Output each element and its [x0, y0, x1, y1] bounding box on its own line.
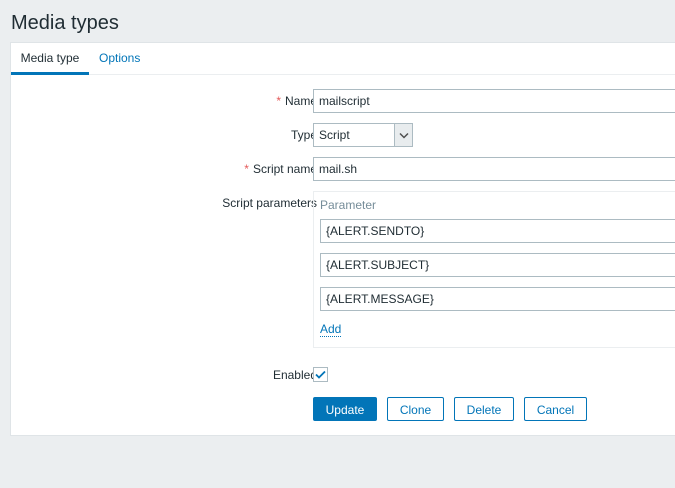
parameter-field-2[interactable] [320, 253, 675, 277]
tab-bar: Media type Options [11, 43, 675, 75]
name-field[interactable] [313, 89, 675, 113]
add-parameter-link[interactable]: Add [320, 323, 342, 337]
cancel-button[interactable]: Cancel [524, 397, 587, 421]
script-name-label: * Script name [244, 162, 317, 176]
delete-button[interactable]: Delete [454, 397, 514, 421]
type-select[interactable]: Script [313, 123, 413, 147]
script-parameters-label: Script parameters [222, 196, 317, 210]
tab-media-type[interactable]: Media type [11, 43, 89, 75]
enabled-checkbox[interactable] [313, 367, 328, 382]
parameter-field-1[interactable] [320, 219, 675, 243]
script-parameters-table: Parameter Add [313, 191, 675, 348]
update-button[interactable]: Update [313, 397, 377, 421]
parameter-field-3[interactable] [320, 287, 675, 311]
page-title: Media types [11, 12, 119, 34]
media-type-form-panel: Media type Options *Name Type Script *Sc… [10, 42, 675, 436]
clone-button[interactable]: Clone [387, 397, 444, 421]
chevron-down-icon [394, 124, 412, 146]
checkmark-icon [315, 370, 326, 379]
enabled-label: Enabled [272, 368, 317, 382]
required-marker: * [244, 162, 249, 176]
required-marker: * [276, 94, 281, 108]
name-label: * Name [276, 94, 317, 108]
parameter-column-header: Parameter [320, 198, 377, 212]
script-name-field[interactable] [313, 157, 675, 181]
tab-options[interactable]: Options [99, 43, 140, 72]
type-select-value: Script [319, 128, 350, 142]
